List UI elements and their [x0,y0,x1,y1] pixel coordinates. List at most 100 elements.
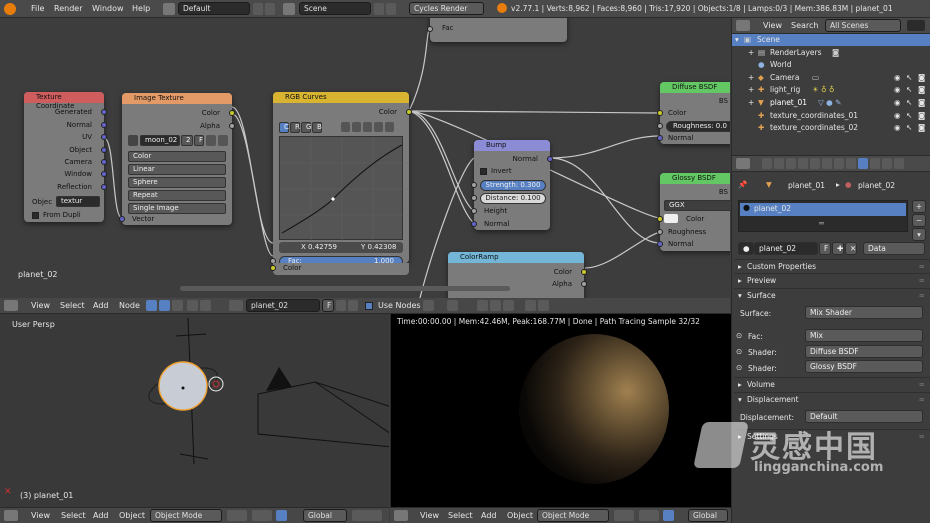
mode-select[interactable]: Object Mode [537,509,609,522]
material-field[interactable]: planet_02 [246,299,320,312]
outliner-row-world[interactable]: ● World [732,59,930,71]
editor-type-icon[interactable] [4,510,18,521]
outliner-type-icon[interactable] [736,20,750,31]
drag-handle-icon[interactable]: ═ [919,260,924,273]
pivot-select-icon[interactable] [252,510,272,521]
render-camera-icon[interactable]: ◙ [918,97,925,109]
node-texture-coordinate[interactable]: Texture Coordinate Generated Normal UV O… [24,92,107,222]
viewport-rendered[interactable]: Time:00:00.00 | Mem:42.46M, Peak:168.77M… [390,314,731,507]
render-engine-select[interactable]: Cycles Render [409,2,484,15]
section-volume[interactable]: ▸ Volume ═ [734,377,930,390]
tab-r[interactable]: R [290,122,300,133]
surface-shader-select[interactable]: Mix Shader [805,306,923,319]
copy-icon[interactable] [477,300,488,311]
shading-select-icon[interactable] [614,510,634,521]
material-slot-active[interactable]: ● planet_02 [740,203,906,216]
node-editor[interactable]: Fac Texture Coordinate Generated Normal … [0,18,730,298]
shading-select-icon[interactable] [227,510,247,521]
socket-color-out[interactable] [581,269,587,275]
select-arrow-icon[interactable]: ↖ [906,122,912,134]
orientation-select[interactable]: Global [688,509,728,522]
drag-handle-icon[interactable]: ═ [919,393,924,406]
scene-tab-icon[interactable] [786,158,796,169]
image-users[interactable]: 2 [181,135,193,146]
renderlayer-camera-icon[interactable]: ◙ [832,47,839,59]
projection-select[interactable]: Sphere [128,177,226,188]
material-name-field[interactable]: planet_02 [754,242,818,255]
visibility-eye-icon[interactable]: ◉ [894,84,901,96]
select-menu[interactable]: Select [61,511,86,520]
list-resize-handle[interactable]: ═ [819,219,824,228]
orientation-select[interactable]: Global [303,509,347,522]
from-dupli-checkbox[interactable] [32,212,39,219]
fac-select[interactable]: Mix [805,329,923,342]
material-tab-icon[interactable] [858,158,868,169]
backdrop-icon[interactable] [447,300,458,311]
node-menu-node[interactable]: Node [119,301,140,310]
outliner-row-planet-01[interactable]: + ▼ planet_01 ▽ ● ✎ ◉ ↖ ◙ [732,97,930,109]
shader-tree-icon[interactable] [146,300,157,311]
material-fake-user[interactable]: F [322,299,334,312]
mode-select[interactable]: Object Mode [150,509,222,522]
expand-icon[interactable]: + [748,97,754,109]
texture-nodes-icon[interactable] [200,300,211,311]
image-unlink-icon[interactable] [218,135,228,146]
image-fake-user[interactable]: F [194,135,204,146]
socket-reflection[interactable] [101,184,107,190]
extension-select[interactable]: Repeat [128,190,226,201]
menu-help[interactable]: Help [132,4,150,13]
socket-fac[interactable] [427,26,433,32]
viewport-3d[interactable]: User Persp ✕ (3) planet_01 [0,314,389,507]
close-layout-icon[interactable] [265,3,275,15]
scene-icon[interactable] [283,3,295,15]
node-menu-add[interactable]: Add [93,301,109,310]
visibility-eye-icon[interactable]: ◉ [894,72,901,84]
manipulator-toggle-icon[interactable] [663,510,674,521]
node-rgb-curves[interactable]: RGB Curves Color C R G B X 0.42759 Y 0.4… [270,92,412,267]
select-arrow-icon[interactable]: ↖ [906,84,912,96]
section-preview[interactable]: ▸ Preview ═ [734,273,930,286]
physics-tab-icon[interactable] [894,158,904,169]
extra2-icon[interactable] [525,300,536,311]
zoom-in-icon[interactable] [341,122,350,132]
source-select[interactable]: Single Image [128,203,226,214]
outliner-menu-search[interactable]: Search [791,21,818,30]
material-browse-icon[interactable] [229,300,243,311]
paste-icon[interactable] [490,300,501,311]
node-top-partial[interactable]: Fac [427,18,567,42]
glossy-color-swatch[interactable] [664,214,678,223]
socket-color-in[interactable] [657,216,663,222]
outliner[interactable]: View Search All Scenes ▾ ▣ Scene + ▤ Ren… [731,18,930,155]
material-fake-user[interactable]: F [819,242,831,255]
select-arrow-icon[interactable]: ↖ [906,97,912,109]
close-scene-icon[interactable] [386,3,396,15]
socket-color-in[interactable] [270,265,276,271]
use-nodes-checkbox[interactable] [365,302,373,310]
node-image-texture[interactable]: Image Texture Color Alpha moon_02 2 F Co… [119,93,235,225]
scene-select[interactable]: Scene [299,2,371,15]
add-slot-button[interactable]: + [912,200,926,213]
shader2-expand-icon[interactable]: ⊙ [736,363,742,372]
node-diffuse-bsdf[interactable]: Diffuse BSDF BS Color Roughness: 0.0 Nor… [657,82,730,144]
remove-slot-button[interactable]: − [912,214,926,227]
section-custom-properties[interactable]: ▸ Custom Properties ═ [734,259,930,272]
expand-icon[interactable]: + [748,72,754,84]
color-space-select[interactable]: Color [128,151,226,162]
layer-buttons-icon[interactable] [352,510,382,521]
outliner-filter-select[interactable]: All Scenes [825,19,901,32]
socket-distance-in[interactable] [471,195,477,201]
tools-icon[interactable] [363,122,372,132]
socket-normal-in[interactable] [657,135,663,141]
unlink-material-icon[interactable] [348,300,358,311]
socket-generated[interactable] [101,109,107,115]
object-tab-icon[interactable] [810,158,820,169]
renderlayer-tab-icon[interactable] [774,158,784,169]
world-shader-icon[interactable] [172,300,183,311]
section-surface[interactable]: ▾ Surface ═ [734,288,930,301]
section-displacement[interactable]: ▾ Displacement ═ [734,392,930,405]
socket-normal-in[interactable] [471,221,477,227]
node-menu-select[interactable]: Select [60,301,85,310]
menu-window[interactable]: Window [92,4,124,13]
layout-select[interactable]: Default [178,2,250,15]
material-browse-button[interactable]: ● [738,242,754,255]
